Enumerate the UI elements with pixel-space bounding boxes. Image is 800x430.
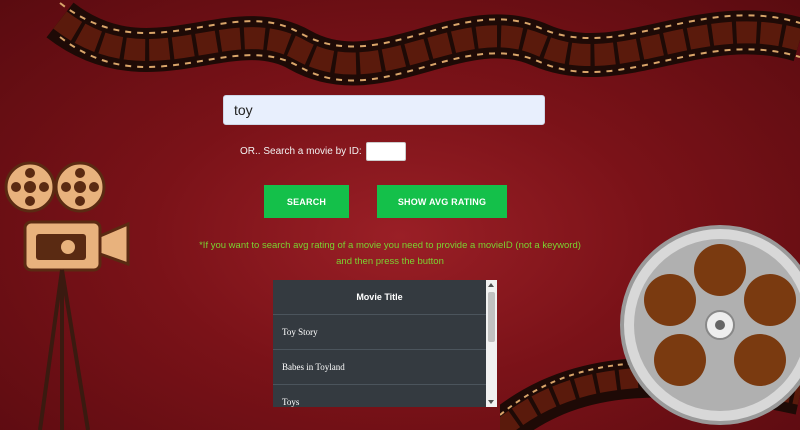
notice-line-1: *If you want to search avg rating of a m… (199, 240, 581, 251)
search-input[interactable] (223, 95, 545, 125)
column-header-movie-title: Movie Title (273, 280, 486, 315)
id-search-row: OR.. Search a movie by ID: (240, 142, 406, 161)
table-row[interactable]: Toy Story (273, 315, 486, 350)
search-button[interactable]: SEARCH (264, 185, 349, 218)
film-reel-icon (620, 225, 800, 425)
table-row[interactable]: Babes in Toyland (273, 350, 486, 385)
avg-rating-notice: *If you want to search avg rating of a m… (180, 238, 600, 270)
movie-results-table: Movie Title Toy Story Babes in Toyland T… (273, 280, 497, 407)
table-scrollbar[interactable] (486, 280, 497, 407)
movie-id-input[interactable] (365, 142, 406, 161)
scroll-thumb[interactable] (488, 292, 495, 342)
notice-line-2: and then press the button (336, 256, 444, 267)
scroll-down-icon[interactable] (488, 400, 494, 404)
show-avg-rating-button[interactable]: SHOW AVG RATING (377, 185, 507, 218)
table-row[interactable]: Toys (273, 385, 486, 407)
movie-camera-icon (4, 161, 130, 430)
film-strip-icon (46, 2, 800, 86)
id-search-label: OR.. Search a movie by ID: (240, 146, 362, 157)
scroll-up-icon[interactable] (488, 283, 494, 287)
